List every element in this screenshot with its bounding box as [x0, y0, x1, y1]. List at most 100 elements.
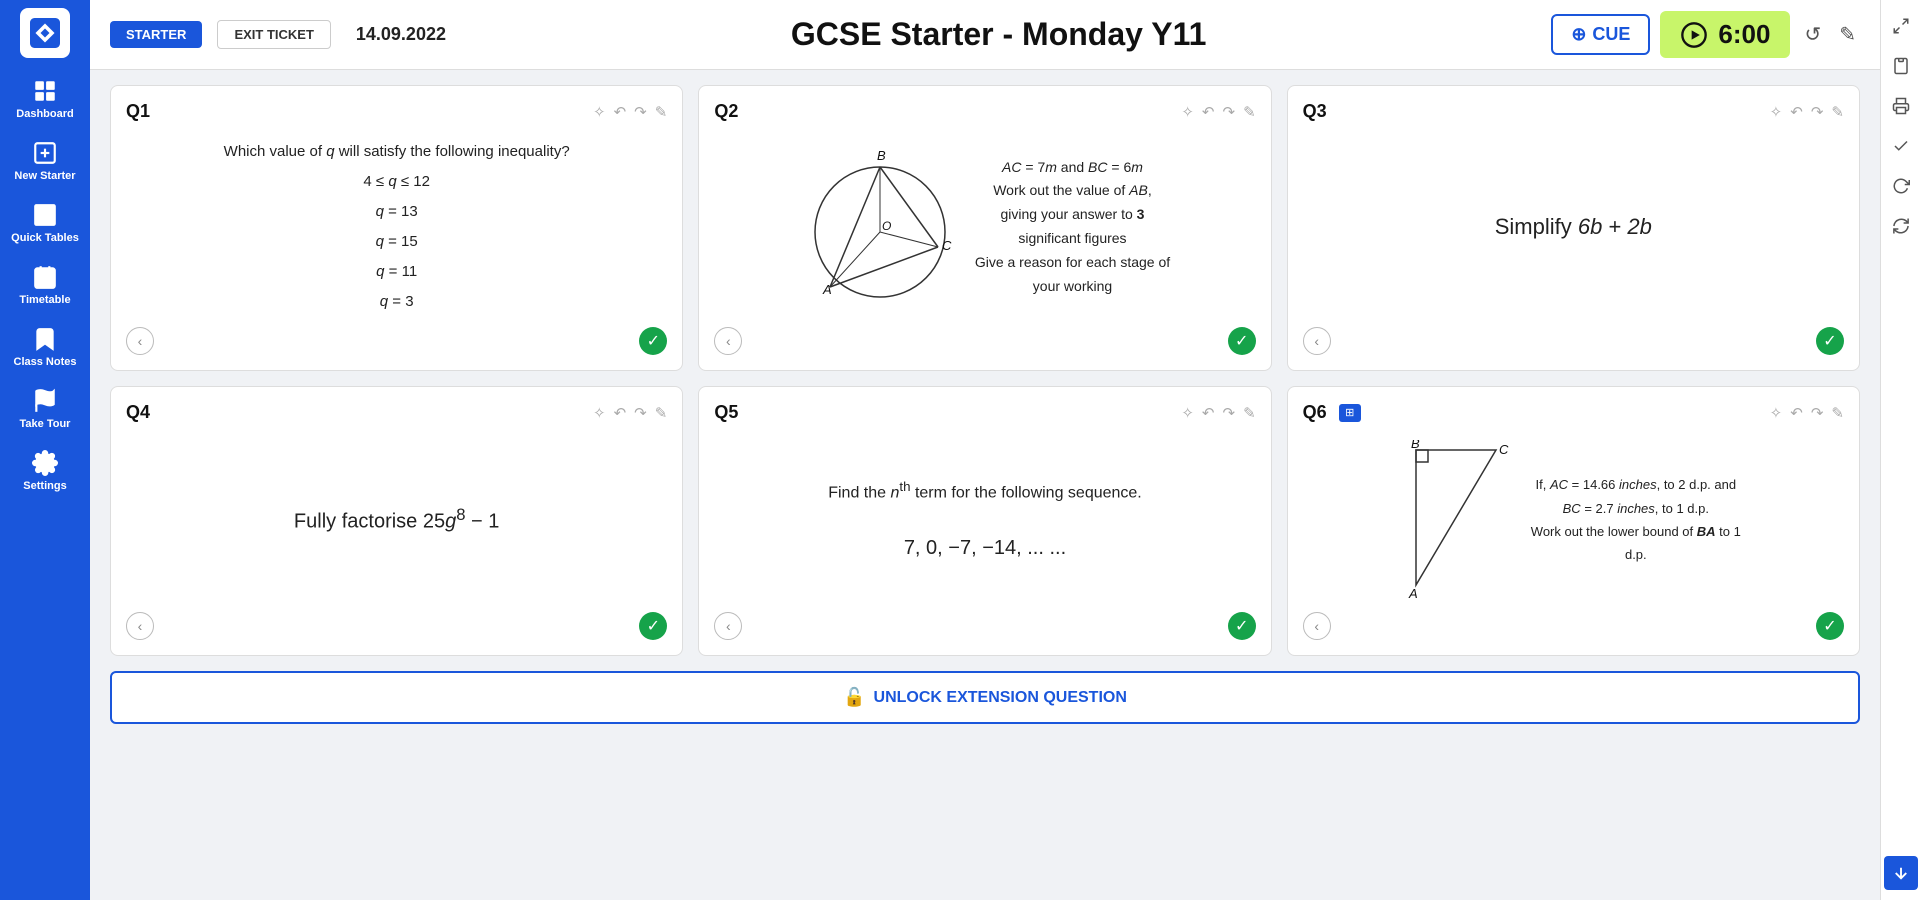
q6-star-icon[interactable]: ✧	[1770, 404, 1783, 422]
q3-header: Q3 ✧ ↶ ↷ ✎	[1303, 101, 1844, 122]
q6-prev-arrow[interactable]: ‹	[1303, 612, 1331, 640]
rotate-icon[interactable]	[1885, 210, 1917, 242]
q1-undo-icon[interactable]: ↶	[614, 103, 627, 121]
sidebar-item-quick-tables-label: Quick Tables	[11, 232, 79, 244]
q6-redo-icon[interactable]: ↷	[1811, 404, 1824, 422]
q2-circle-diagram: B C A O	[800, 142, 960, 312]
q1-label: Q1	[126, 101, 150, 122]
q3-redo-icon[interactable]: ↷	[1811, 103, 1824, 121]
q5-redo-icon[interactable]: ↷	[1223, 404, 1236, 422]
q2-redo-icon[interactable]: ↷	[1223, 103, 1236, 121]
q2-edit-icon[interactable]: ✎	[1243, 103, 1256, 121]
expand-icon[interactable]	[1885, 10, 1917, 42]
sidebar-item-take-tour[interactable]: Take Tour	[0, 378, 90, 440]
header-date: 14.09.2022	[356, 24, 446, 45]
q4-icons: ✧ ↶ ↷ ✎	[593, 404, 667, 422]
svg-text:B: B	[877, 148, 886, 163]
print-icon[interactable]	[1885, 90, 1917, 122]
sidebar-item-timetable-label: Timetable	[19, 294, 70, 306]
unlock-icon: 🔓	[843, 687, 865, 708]
q6-undo-icon[interactable]: ↶	[1790, 404, 1803, 422]
svg-text:C: C	[942, 238, 952, 253]
timer-display: 6:00	[1718, 19, 1770, 50]
refresh-icon[interactable]	[1885, 170, 1917, 202]
q6-triangle-diagram: B C A	[1406, 440, 1516, 600]
sidebar-item-take-tour-label: Take Tour	[20, 418, 71, 430]
q3-undo-icon[interactable]: ↶	[1790, 103, 1803, 121]
q2-undo-icon[interactable]: ↶	[1202, 103, 1215, 121]
sidebar: Dashboard New Starter Quick Tables Timet…	[0, 0, 90, 900]
timer-refresh-icon[interactable]: ↺	[1800, 18, 1825, 51]
q2-content: B C A O AC = 7m and BC = 6m Work out the…	[800, 142, 1170, 312]
q6-text: If, AC = 14.66 inches, to 2 d.p. and BC …	[1531, 473, 1741, 567]
q6-edit-icon[interactable]: ✎	[1831, 404, 1844, 422]
q5-header: Q5 ✧ ↶ ↷ ✎	[714, 402, 1255, 423]
sidebar-item-settings[interactable]: Settings	[0, 440, 90, 502]
sidebar-item-quick-tables[interactable]: Quick Tables	[0, 192, 90, 254]
starter-button[interactable]: STARTER	[110, 21, 202, 48]
q5-edit-icon[interactable]: ✎	[1243, 404, 1256, 422]
q2-star-icon[interactable]: ✧	[1181, 103, 1194, 121]
q3-label: Q3	[1303, 101, 1327, 122]
cue-label: CUE	[1592, 24, 1630, 45]
q1-star-icon[interactable]: ✧	[593, 103, 606, 121]
q4-math: Fully factorise 25g8 − 1	[294, 502, 499, 538]
q5-check[interactable]: ✓	[1228, 612, 1256, 640]
q1-prev-arrow[interactable]: ‹	[126, 327, 154, 355]
q3-star-icon[interactable]: ✧	[1770, 103, 1783, 121]
q4-footer: ‹ ✓	[126, 612, 667, 640]
sidebar-item-class-notes[interactable]: Class Notes	[0, 316, 90, 378]
svg-text:A: A	[1408, 586, 1418, 600]
q2-check[interactable]: ✓	[1228, 327, 1256, 355]
question-card-q6: Q6 ⊞ ✧ ↶ ↷ ✎	[1287, 386, 1860, 656]
sidebar-item-dashboard-label: Dashboard	[16, 108, 73, 120]
timer-button[interactable]: 6:00	[1660, 11, 1790, 58]
q2-label: Q2	[714, 101, 738, 122]
q4-header: Q4 ✧ ↶ ↷ ✎	[126, 402, 667, 423]
q5-prev-arrow[interactable]: ‹	[714, 612, 742, 640]
clipboard-icon[interactable]	[1885, 50, 1917, 82]
cue-button[interactable]: ⊕ CUE	[1551, 14, 1650, 55]
q4-check[interactable]: ✓	[639, 612, 667, 640]
sidebar-logo[interactable]	[20, 8, 70, 58]
q5-star-icon[interactable]: ✧	[1181, 404, 1194, 422]
extension-question-button[interactable]: 🔓 UNLOCK EXTENSION QUESTION	[110, 671, 1860, 724]
question-card-q4: Q4 ✧ ↶ ↷ ✎ Fully factorise 25g8 − 1 ‹ ✓	[110, 386, 683, 656]
question-card-q2: Q2 ✧ ↶ ↷ ✎	[698, 85, 1271, 371]
q3-body: Simplify 6b + 2b	[1303, 137, 1844, 317]
q3-edit-icon[interactable]: ✎	[1831, 103, 1844, 121]
q2-text: AC = 7m and BC = 6m Work out the value o…	[975, 156, 1170, 299]
questions-grid: Q1 ✧ ↶ ↷ ✎ Which value of q will satisfy…	[110, 85, 1860, 656]
q1-math: Which value of q will satisfy the follow…	[224, 137, 570, 317]
q6-footer: ‹ ✓	[1303, 612, 1844, 640]
q4-undo-icon[interactable]: ↶	[614, 404, 627, 422]
timer-edit-icon[interactable]: ✎	[1835, 18, 1860, 51]
q6-label: Q6	[1303, 402, 1327, 423]
q1-redo-icon[interactable]: ↷	[634, 103, 647, 121]
sidebar-item-new-starter[interactable]: New Starter	[0, 130, 90, 192]
sidebar-item-timetable[interactable]: Timetable	[0, 254, 90, 316]
q4-star-icon[interactable]: ✧	[593, 404, 606, 422]
q1-edit-icon[interactable]: ✎	[655, 103, 668, 121]
q6-check[interactable]: ✓	[1816, 612, 1844, 640]
q3-footer: ‹ ✓	[1303, 327, 1844, 355]
q1-check[interactable]: ✓	[639, 327, 667, 355]
q4-redo-icon[interactable]: ↷	[634, 404, 647, 422]
q1-body: Which value of q will satisfy the follow…	[126, 137, 667, 317]
q4-prev-arrow[interactable]: ‹	[126, 612, 154, 640]
q2-prev-arrow[interactable]: ‹	[714, 327, 742, 355]
sidebar-item-dashboard[interactable]: Dashboard	[0, 68, 90, 130]
q5-body: Find the nth term for the following sequ…	[714, 438, 1255, 602]
q5-undo-icon[interactable]: ↶	[1202, 404, 1215, 422]
exit-ticket-button[interactable]: EXIT TICKET	[217, 20, 330, 49]
q2-header: Q2 ✧ ↶ ↷ ✎	[714, 101, 1255, 122]
q3-check[interactable]: ✓	[1816, 327, 1844, 355]
q5-icons: ✧ ↶ ↷ ✎	[1181, 404, 1255, 422]
svg-text:O: O	[882, 219, 891, 233]
q4-edit-icon[interactable]: ✎	[655, 404, 668, 422]
download-button[interactable]	[1884, 856, 1918, 890]
q6-table-icon[interactable]: ⊞	[1339, 404, 1361, 422]
play-icon	[1680, 21, 1708, 49]
q3-prev-arrow[interactable]: ‹	[1303, 327, 1331, 355]
checkmark-icon[interactable]	[1885, 130, 1917, 162]
